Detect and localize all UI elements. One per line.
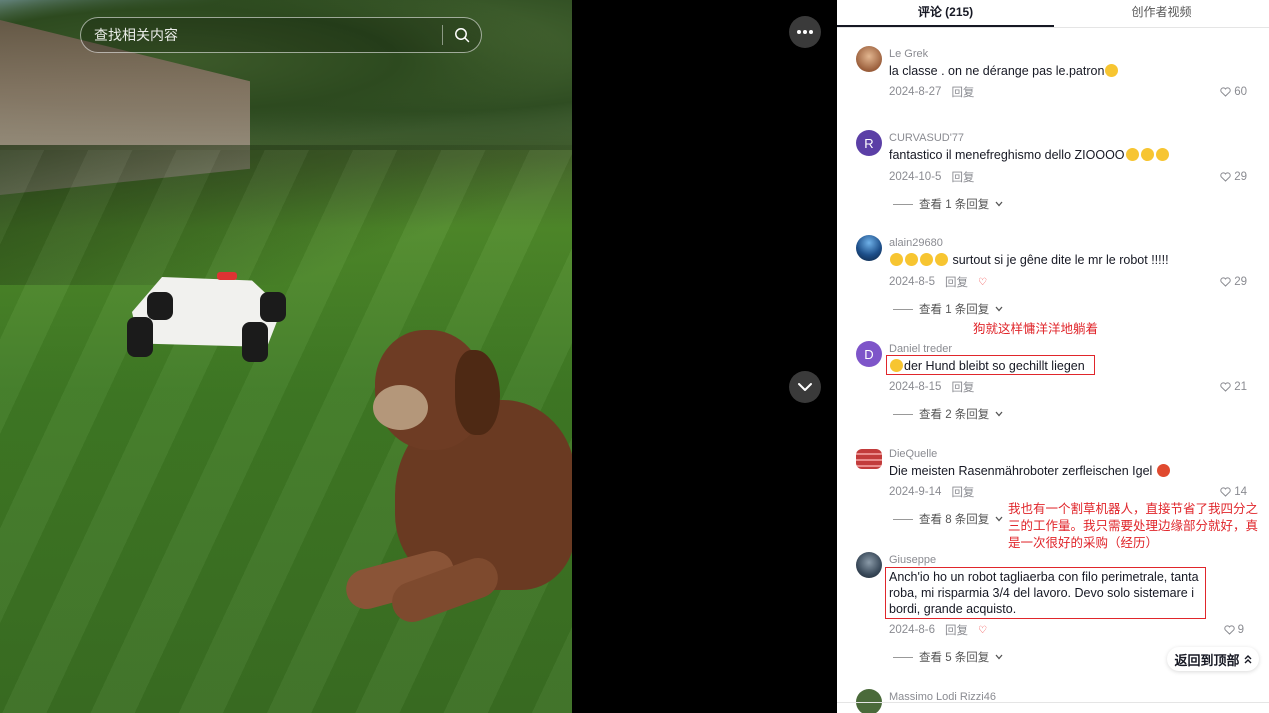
grin-sweat-emoji-icon	[1155, 148, 1169, 161]
grin-sweat-emoji-icon	[1125, 148, 1139, 161]
reply-button[interactable]: 回复	[951, 484, 974, 500]
chevron-down-icon[interactable]	[789, 371, 821, 403]
grin-sweat-emoji-icon	[1105, 64, 1119, 77]
avatar[interactable]	[856, 235, 882, 261]
grin-sweat-emoji-icon	[905, 253, 918, 266]
view-replies-button[interactable]: 查看 5 条回复	[893, 649, 1003, 665]
comment-username[interactable]: Giuseppe	[889, 554, 936, 566]
comment-username[interactable]: alain29680	[889, 237, 943, 249]
back-to-top-label: 返回到顶部	[1174, 652, 1240, 668]
chevron-down-icon	[995, 201, 1003, 207]
chevron-down-icon	[995, 306, 1003, 312]
grin-sweat-emoji-icon	[935, 253, 948, 266]
dog	[335, 330, 572, 630]
comment-meta: 2024-8-27 回复	[889, 84, 974, 100]
chevron-down-icon	[995, 654, 1003, 660]
like-button[interactable]: 29	[1220, 171, 1247, 183]
reply-button[interactable]: 回复	[945, 274, 968, 290]
avatar[interactable]: R	[856, 130, 882, 156]
divider	[837, 702, 1269, 703]
like-button[interactable]: 60	[1220, 86, 1247, 98]
comment-meta: 2024-8-5 回复 ♡	[889, 274, 987, 290]
creator-liked-icon: ♡	[978, 276, 988, 288]
like-count: 21	[1234, 381, 1247, 393]
comment-meta: 2024-9-14 回复	[889, 484, 974, 500]
comment-meta: 2024-8-6 回复 ♡	[889, 622, 987, 638]
tab-comments[interactable]: 评论 (215)	[837, 0, 1054, 27]
heart-icon	[1220, 277, 1231, 287]
heart-icon	[1220, 487, 1231, 497]
comment-text: la classe . on ne dérange pas le.patron	[889, 63, 1119, 79]
like-button[interactable]: 29	[1220, 276, 1247, 288]
heart-icon	[1220, 382, 1231, 392]
comments-panel: 评论 (215) 创作者视频 Le Grek la classe . on ne…	[837, 0, 1269, 713]
heart-icon	[1223, 625, 1235, 635]
back-to-top-button[interactable]: 返回到顶部	[1167, 647, 1259, 671]
player-controls-area	[572, 0, 837, 713]
reply-button[interactable]: 回复	[951, 84, 974, 100]
annotation-dog-note: 狗就这样慵洋洋地躺着	[973, 322, 1099, 336]
chevron-down-icon	[995, 516, 1003, 522]
avatar[interactable]	[856, 689, 882, 713]
search-icon[interactable]	[443, 17, 481, 53]
grin-sweat-emoji-icon	[1140, 148, 1154, 161]
search-bar	[80, 17, 482, 53]
robot-mower	[122, 272, 292, 367]
comment-date: 2024-8-6	[889, 624, 936, 636]
like-count: 29	[1234, 171, 1247, 183]
avatar[interactable]	[856, 46, 882, 72]
comment-meta: 2024-8-15 回复	[889, 379, 974, 395]
comment-username[interactable]: DieQuelle	[889, 448, 937, 460]
like-count: 9	[1237, 624, 1244, 636]
search-input[interactable]	[81, 18, 442, 52]
tab-bar: 评论 (215) 创作者视频	[837, 0, 1269, 28]
like-button[interactable]: 14	[1220, 486, 1247, 498]
creator-liked-icon: ♡	[978, 624, 988, 636]
comment-text: Anch'io ho un robot tagliaerba con filo …	[889, 570, 1199, 616]
reply-button[interactable]: 回复	[951, 379, 974, 395]
grin-sweat-emoji-icon	[890, 253, 903, 266]
comment-text: Die meisten Rasenmähroboter zerfleischen…	[889, 463, 1171, 479]
video-player[interactable]	[0, 0, 572, 713]
comment-username[interactable]: Daniel treder	[889, 343, 952, 355]
view-replies-button[interactable]: 查看 2 条回复	[893, 406, 1003, 422]
comment-date: 2024-9-14	[889, 486, 942, 498]
chevron-down-icon	[995, 411, 1003, 417]
reply-button[interactable]: 回复	[951, 169, 974, 185]
comment-date: 2024-8-27	[889, 86, 942, 98]
avatar[interactable]	[856, 552, 882, 578]
comment-username[interactable]: Le Grek	[889, 48, 928, 60]
comment-date: 2024-8-5	[889, 276, 936, 288]
double-chevron-up-icon	[1244, 654, 1251, 663]
like-button[interactable]: 9	[1223, 624, 1244, 636]
like-count: 60	[1234, 86, 1247, 98]
avatar[interactable]	[856, 449, 882, 469]
comment-text: fantastico il menefreghismo dello ZIOOOO	[889, 147, 1170, 163]
comment-username[interactable]: CURVASUD'77	[889, 132, 964, 144]
like-count: 29	[1234, 276, 1247, 288]
like-count: 14	[1234, 486, 1247, 498]
view-replies-button[interactable]: 查看 1 条回复	[893, 301, 1003, 317]
avatar[interactable]: D	[856, 341, 882, 367]
tab-creator-videos[interactable]: 创作者视频	[1054, 0, 1269, 27]
comment-meta: 2024-10-5 回复	[889, 169, 974, 185]
view-replies-button[interactable]: 查看 1 条回复	[893, 196, 1003, 212]
comment-text: surtout si je gêne dite le mr le robot !…	[889, 252, 1169, 268]
grin-sweat-emoji-icon	[890, 359, 903, 372]
annotation-robot-note: 我也有一个割草机器人，直接节省了我四分之 三的工作量。我只需要处理边缘部分就好，…	[1008, 502, 1259, 550]
view-replies-button[interactable]: 查看 8 条回复	[893, 511, 1003, 527]
comment-date: 2024-8-15	[889, 381, 942, 393]
more-icon[interactable]	[789, 16, 821, 48]
grin-sweat-emoji-icon	[920, 253, 933, 266]
reply-button[interactable]: 回复	[945, 622, 968, 638]
heart-icon	[1220, 87, 1231, 97]
comment-date: 2024-10-5	[889, 171, 942, 183]
like-button[interactable]: 21	[1220, 381, 1247, 393]
heart-icon	[1220, 172, 1231, 182]
angry-emoji-icon	[1156, 464, 1170, 477]
comment-text: der Hund bleibt so gechillt liegen	[889, 358, 1085, 374]
